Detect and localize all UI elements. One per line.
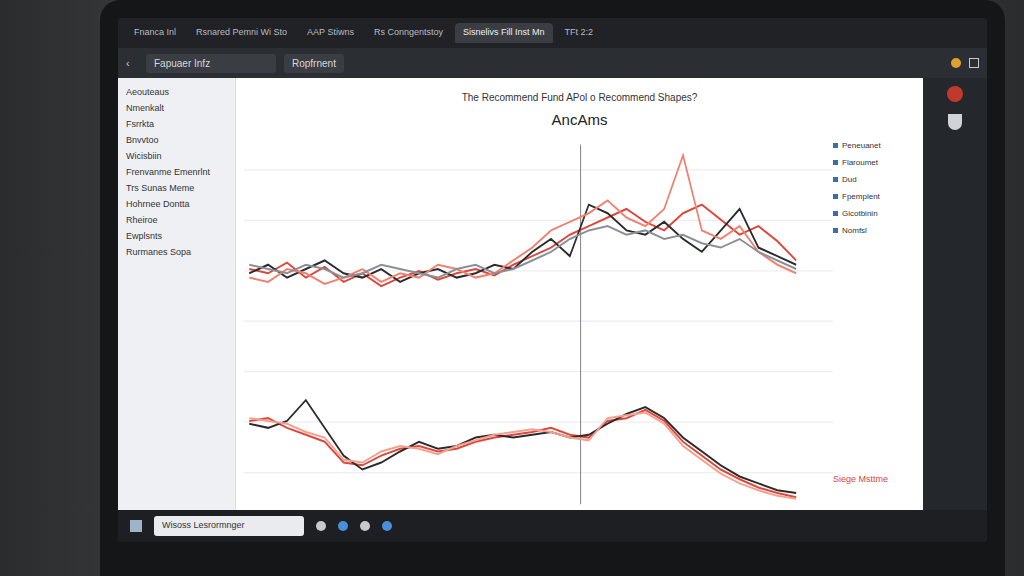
monitor: Fnanca InlRsnared Pemni Wi StoAAP Stiwns… [100,0,1005,576]
menu-icon[interactable] [969,58,979,68]
sidebar-item[interactable]: Hohrnee Dontta [126,198,227,210]
legend-item: Nomfsl [833,225,915,237]
chart-subtitle: AncAms [244,109,915,132]
sidebar-item[interactable]: Nmenkalt [126,102,227,114]
legend-marker [833,194,838,199]
screen: Fnanca InlRsnared Pemni Wi StoAAP Stiwns… [118,18,987,542]
sidebar-item[interactable]: Frenvanme Emenrlnt [126,166,227,178]
legend-marker [833,177,838,182]
legend-item: Gicotbinin [833,208,915,220]
sidebar-item[interactable]: Aeouteaus [126,86,227,98]
sidebar-item[interactable]: Wicisbiin [126,150,227,162]
chart-title: The Recommend Fund APol o Recommend Shap… [244,90,915,105]
back-icon[interactable]: ‹ [126,57,138,69]
grid-line [244,320,833,321]
series-line: light red [249,155,796,284]
grid-line [244,472,833,473]
legend-marker [833,160,838,165]
browser-tab[interactable]: Fnanca Inl [126,23,184,43]
search-text: Wisoss Lesrormnger [162,520,245,530]
star-icon[interactable] [951,58,961,68]
page: Aeouteaus Nmenkalt Fsrrkta Bnvvtoo Wicisbiin… [118,78,923,510]
browser-tab[interactable]: AAP Stiwns [299,23,362,43]
chart-note: Siege Msttme [833,473,915,503]
sidebar-item[interactable]: Rurmanes Sopa [126,246,227,258]
button-label: Ropfrnent [292,58,336,69]
line-chart: reddarklight redgrayreddarklight red [244,132,833,511]
grid-line [244,371,833,372]
sidebar-item[interactable]: Rheiroe [126,214,227,226]
browser-tab[interactable]: Rs Conngentstoy [366,23,451,43]
legend-item: Peneuanet [833,140,915,152]
sidebar-item[interactable]: Fsrrkta [126,118,227,130]
sidebar-item[interactable]: Bnvvtoo [126,134,227,146]
legend-item: Dud [833,174,915,186]
app-icon[interactable] [360,521,370,531]
sidebar: Aeouteaus Nmenkalt Fsrrkta Bnvvtoo Wicisbiin… [118,78,236,510]
grid-line [244,421,833,422]
app-icon[interactable] [382,521,392,531]
address-bar[interactable]: Fapuaer Infz [146,54,276,73]
toolbar-button[interactable]: Ropfrnent [284,54,344,73]
legend-marker [833,143,838,148]
toolbar: ‹ Fapuaer Infz Ropfrnent [118,48,987,78]
app-icon[interactable] [947,86,963,102]
side-strip [923,78,987,510]
legend-item: Fpemplent [833,191,915,203]
legend-item: Flaroumet [833,157,915,169]
browser-tab[interactable]: Sisnelivs Fill Inst Mn [455,23,553,43]
legend: Peneuanet Flaroumet Dud Fpemplent Gicotbinin… [833,140,915,237]
legend-marker [833,211,838,216]
grid-line [244,270,833,271]
sidebar-item[interactable]: Trs Sunas Meme [126,182,227,194]
shield-icon[interactable] [948,114,962,130]
series-line: light red [249,412,796,498]
chart-panel: The Recommend Fund APol o Recommend Shap… [236,78,923,510]
taskbar-search[interactable]: Wisoss Lesrormnger [154,516,304,536]
sidebar-item[interactable]: Ewplsnts [126,230,227,242]
tab-bar: Fnanca InlRsnared Pemni Wi StoAAP Stiwns… [118,18,987,48]
browser-tab[interactable]: TFt 2:2 [557,23,602,43]
series-line: red [249,409,796,496]
address-text: Fapuaer Infz [154,58,210,69]
start-icon[interactable] [130,520,142,532]
grid-line [580,144,581,504]
app-icon[interactable] [338,521,348,531]
browser-tab[interactable]: Rsnared Pemni Wi Sto [188,23,295,43]
legend-marker [833,228,838,233]
taskbar: Wisoss Lesrormnger [118,510,987,542]
series-line: gray [249,226,796,277]
app-icon[interactable] [316,521,326,531]
grid-line [244,169,833,170]
series-line: red [249,204,796,286]
series-line: dark [249,204,796,281]
